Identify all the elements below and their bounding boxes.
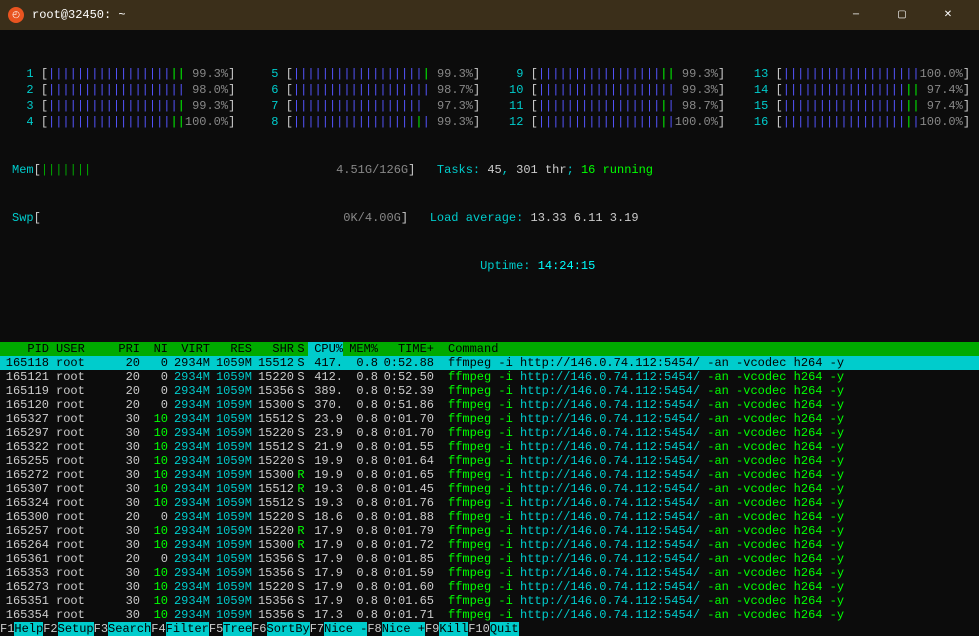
window-titlebar: ◴ root@32450: ~ ─ ▢ ✕ xyxy=(0,0,979,30)
mem-usage: 4.51G/126G xyxy=(336,163,408,177)
maximize-button[interactable]: ▢ xyxy=(879,0,925,30)
mem-swap-row: Mem[||||||| 4.51G/126G] Tasks: 45, 301 t… xyxy=(12,162,967,178)
fn-label-nice -[interactable]: Nice - xyxy=(324,622,367,636)
process-header[interactable]: PID USER PRI NI VIRT RES SHR S CPU% MEM%… xyxy=(0,342,979,356)
process-row[interactable]: 165257root30102934M1059M15220R17.90.80:0… xyxy=(0,524,979,538)
col-cpu[interactable]: CPU% xyxy=(308,342,343,356)
fn-label-kill[interactable]: Kill xyxy=(439,622,468,636)
fn-label-tree[interactable]: Tree xyxy=(223,622,252,636)
fn-label-setup[interactable]: Setup xyxy=(58,622,94,636)
process-row[interactable]: 165264root30102934M1059M15300R17.90.80:0… xyxy=(0,538,979,552)
col-command[interactable]: Command xyxy=(441,342,979,356)
fn-key: F9 xyxy=(425,622,439,636)
minimize-button[interactable]: ─ xyxy=(833,0,879,30)
col-pri[interactable]: PRI xyxy=(112,342,140,356)
fn-label-sortby[interactable]: SortBy xyxy=(267,622,310,636)
fn-key: F3 xyxy=(94,622,108,636)
function-keys: F1Help F2Setup F3SearchF4FilterF5Tree F6… xyxy=(0,622,979,636)
process-row[interactable]: 165354root30102934M1059M15356S17.30.80:0… xyxy=(0,608,979,622)
col-res[interactable]: RES xyxy=(210,342,252,356)
fn-key: F4 xyxy=(151,622,165,636)
fn-key: F10 xyxy=(468,622,490,636)
col-time[interactable]: TIME+ xyxy=(378,342,441,356)
process-row[interactable]: 165327root30102934M1059M15512S23.90.80:0… xyxy=(0,412,979,426)
fn-key: F2 xyxy=(43,622,57,636)
fn-key: F1 xyxy=(0,622,14,636)
process-row[interactable]: 165361root2002934M1059M15356S17.90.80:01… xyxy=(0,552,979,566)
swap-load-row: Swp[ 0K/4.00G] Load average: 13.33 6.11 … xyxy=(12,210,967,226)
uptime-row: Uptime: 14:24:15 xyxy=(12,258,967,274)
fn-key: F5 xyxy=(209,622,223,636)
process-row[interactable]: 165120root2002934M1059M15300S370.0.80:51… xyxy=(0,398,979,412)
fn-key: F7 xyxy=(310,622,324,636)
window-title: root@32450: ~ xyxy=(32,8,833,22)
col-pid[interactable]: PID xyxy=(0,342,49,356)
fn-label-help[interactable]: Help xyxy=(14,622,43,636)
col-user[interactable]: USER xyxy=(49,342,112,356)
ubuntu-icon: ◴ xyxy=(8,7,24,23)
process-row[interactable]: 165353root30102934M1059M15356S17.90.80:0… xyxy=(0,566,979,580)
fn-label-filter[interactable]: Filter xyxy=(166,622,209,636)
process-list: 165118root2002934M1059M15512S417.0.80:52… xyxy=(0,356,979,622)
process-row[interactable]: 165273root30102934M1059M15220S17.90.80:0… xyxy=(0,580,979,594)
process-row[interactable]: 165324root30102934M1059M15512S19.30.80:0… xyxy=(0,496,979,510)
close-button[interactable]: ✕ xyxy=(925,0,971,30)
fn-label-search[interactable]: Search xyxy=(108,622,151,636)
fn-key: F8 xyxy=(367,622,381,636)
cpu-meters: 1 [||||||||||||||||||| 99.3%] 5 [|||||||… xyxy=(12,66,967,130)
process-row[interactable]: 165297root30102934M1059M15220S23.90.80:0… xyxy=(0,426,979,440)
process-row[interactable]: 165322root30102934M1059M15512S21.90.80:0… xyxy=(0,440,979,454)
tasks-label: Tasks: xyxy=(437,163,480,177)
process-row[interactable]: 165119root2002934M1059M15356S389.0.80:52… xyxy=(0,384,979,398)
process-row[interactable]: 165118root2002934M1059M15512S417.0.80:52… xyxy=(0,356,979,370)
col-mem[interactable]: MEM% xyxy=(343,342,378,356)
col-shr[interactable]: SHR xyxy=(252,342,294,356)
fn-label-quit[interactable]: Quit xyxy=(490,622,519,636)
process-row[interactable]: 165300root2002934M1059M15220S18.60.80:01… xyxy=(0,510,979,524)
fn-key: F6 xyxy=(252,622,266,636)
terminal-output: 1 [||||||||||||||||||| 99.3%] 5 [|||||||… xyxy=(0,30,979,342)
process-row[interactable]: 165272root30102934M1059M15300R19.90.80:0… xyxy=(0,468,979,482)
process-row[interactable]: 165121root2002934M1059M15220S412.0.80:52… xyxy=(0,370,979,384)
process-row[interactable]: 165255root30102934M1059M15220S19.90.80:0… xyxy=(0,454,979,468)
process-row[interactable]: 165351root30102934M1059M15356S17.90.80:0… xyxy=(0,594,979,608)
process-row[interactable]: 165307root30102934M1059M15512R19.30.80:0… xyxy=(0,482,979,496)
col-virt[interactable]: VIRT xyxy=(168,342,210,356)
col-ni[interactable]: NI xyxy=(140,342,168,356)
fn-label-nice +[interactable]: Nice + xyxy=(382,622,425,636)
swap-usage: 0K/4.00G xyxy=(343,211,401,225)
window-controls: ─ ▢ ✕ xyxy=(833,0,971,30)
col-state[interactable]: S xyxy=(294,342,308,356)
